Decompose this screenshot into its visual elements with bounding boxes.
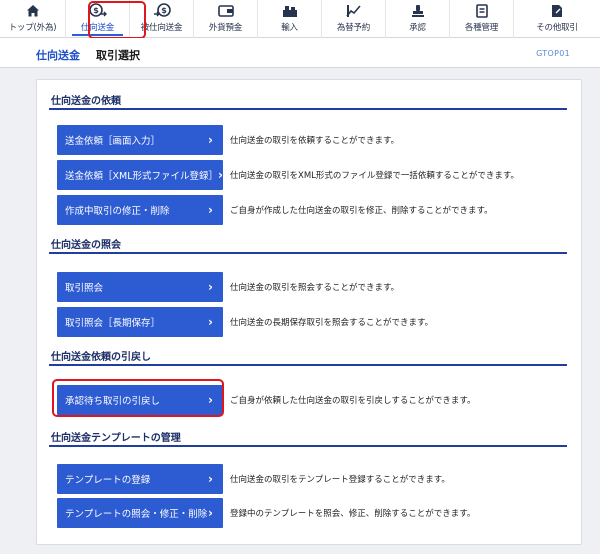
global-nav: トップ(外為) $ 仕向送金 $ 被仕向送金 外貨預金 輸入 為替予約 承認 各… — [0, 0, 600, 38]
nav-item-foreign-deposit[interactable]: 外貨預金 — [194, 0, 258, 38]
nav-item-label: 輸入 — [281, 23, 298, 33]
button-label: 送金依頼［XML形式ファイル登録］ — [65, 171, 218, 182]
nav-item-remittance-in[interactable]: $ 被仕向送金 — [130, 0, 194, 38]
menu-row: テンプレートの登録 › 仕向送金の取引をテンプレート登録することができます。 — [57, 464, 450, 494]
menu-description: ご自身が依頼した仕向送金の取引を引戻しすることができます。 — [230, 396, 476, 406]
section-title-template: 仕向送金テンプレートの管理 — [49, 427, 567, 447]
nav-item-label: その他取引 — [536, 23, 578, 33]
template-register-button[interactable]: テンプレートの登録 › — [57, 464, 223, 494]
nav-item-label: 承認 — [409, 23, 426, 33]
section-title-request: 仕向送金の依頼 — [49, 90, 567, 110]
menu-description: 仕向送金の取引をXML形式のファイル登録で一括依頼することができます。 — [230, 171, 520, 181]
menu-description: 仕向送金の取引をテンプレート登録することができます。 — [230, 475, 450, 485]
menu-description: ご自身が作成した仕向送金の取引を修正、削除することができます。 — [230, 206, 493, 216]
nav-item-label: 被仕向送金 — [140, 23, 183, 33]
chevron-right-icon: › — [208, 472, 213, 486]
nav-item-exchange-reservation[interactable]: 為替予約 — [322, 0, 386, 38]
edit-draft-transaction-button[interactable]: 作成中取引の修正・削除 › — [57, 195, 223, 225]
nav-item-label: 外貨預金 — [208, 23, 243, 33]
remittance-in-icon: $ — [153, 3, 171, 19]
page-title: 取引選択 — [96, 49, 140, 62]
button-label: 承認待ち取引の引戻し — [65, 396, 161, 407]
remittance-request-input-button[interactable]: 送金依頼［画面入力］ › — [57, 125, 223, 155]
management-icon — [475, 3, 489, 19]
menu-description: 仕向送金の取引を依頼することができます。 — [230, 136, 400, 146]
menu-row: 作成中取引の修正・削除 › ご自身が作成した仕向送金の取引を修正、削除することが… — [57, 195, 493, 225]
menu-row: 取引照会［長期保存］ › 仕向送金の長期保存取引を照会することができます。 — [57, 307, 433, 337]
foreign-deposit-icon — [217, 3, 234, 19]
template-manage-button[interactable]: テンプレートの照会・修正・削除 › — [57, 498, 223, 528]
menu-description: 登録中のテンプレートを照会、修正、削除することができます。 — [230, 509, 476, 519]
menu-description: 仕向送金の長期保存取引を照会することができます。 — [230, 318, 434, 328]
nav-item-label: 各種管理 — [464, 23, 499, 33]
remittance-out-icon: $ — [88, 3, 107, 19]
nav-item-remittance-out[interactable]: $ 仕向送金 — [66, 0, 130, 38]
chevron-right-icon: › — [208, 506, 213, 520]
breadcrumb-section: 仕向送金 — [36, 49, 80, 62]
button-label: テンプレートの照会・修正・削除 — [65, 509, 208, 520]
home-icon — [26, 3, 40, 19]
other-transactions-icon — [550, 3, 564, 19]
transaction-inquiry-button[interactable]: 取引照会 › — [57, 272, 223, 302]
nav-item-other-transactions[interactable]: その他取引 — [514, 0, 600, 38]
svg-text:$: $ — [93, 6, 99, 15]
button-label: 取引照会 — [65, 283, 104, 294]
nav-item-label: 仕向送金 — [80, 23, 115, 33]
menu-row: 承認待ち取引の引戻し › ご自身が依頼した仕向送金の取引を引戻しすることができま… — [57, 385, 475, 415]
chevron-right-icon: › — [208, 203, 213, 217]
section-title-recall: 仕向送金依頼の引戻し — [49, 346, 567, 366]
nav-item-label: 為替予約 — [336, 23, 371, 33]
nav-item-top[interactable]: トップ(外為) — [0, 0, 66, 38]
nav-item-label: トップ(外為) — [8, 23, 57, 33]
import-icon — [282, 3, 298, 19]
screen-id: GTOP01 — [536, 49, 570, 58]
chevron-right-icon: › — [208, 315, 213, 329]
transaction-inquiry-long-term-button[interactable]: 取引照会［長期保存］ › — [57, 307, 223, 337]
approval-icon — [411, 3, 425, 19]
menu-row: テンプレートの照会・修正・削除 › 登録中のテンプレートを照会、修正、削除するこ… — [57, 498, 475, 528]
remittance-request-xml-button[interactable]: 送金依頼［XML形式ファイル登録］ › — [57, 160, 223, 190]
nav-item-import[interactable]: 輸入 — [258, 0, 322, 38]
chevron-right-icon: › — [208, 133, 213, 147]
button-label: 作成中取引の修正・削除 — [65, 206, 170, 217]
chevron-right-icon: › — [208, 393, 213, 407]
button-label: 送金依頼［画面入力］ — [65, 136, 161, 147]
page-header: 仕向送金 取引選択 GTOP01 — [0, 38, 600, 68]
menu-description: 仕向送金の取引を照会することができます。 — [230, 283, 400, 293]
recall-pending-transaction-button[interactable]: 承認待ち取引の引戻し › — [57, 385, 223, 415]
nav-item-approval[interactable]: 承認 — [386, 0, 450, 38]
menu-row: 送金依頼［XML形式ファイル登録］ › 仕向送金の取引をXML形式のファイル登録… — [57, 160, 519, 190]
exchange-reservation-icon — [345, 3, 362, 19]
button-label: テンプレートの登録 — [65, 475, 151, 486]
chevron-right-icon: › — [218, 168, 223, 182]
button-label: 取引照会［長期保存］ — [65, 318, 161, 329]
menu-row: 取引照会 › 仕向送金の取引を照会することができます。 — [57, 272, 399, 302]
nav-item-management[interactable]: 各種管理 — [450, 0, 514, 38]
svg-text:$: $ — [161, 6, 167, 15]
menu-row: 送金依頼［画面入力］ › 仕向送金の取引を依頼することができます。 — [57, 125, 399, 155]
chevron-right-icon: › — [208, 280, 213, 294]
section-title-inquiry: 仕向送金の照会 — [49, 234, 567, 254]
transaction-select-panel: 仕向送金の依頼 送金依頼［画面入力］ › 仕向送金の取引を依頼することができます… — [36, 79, 582, 545]
